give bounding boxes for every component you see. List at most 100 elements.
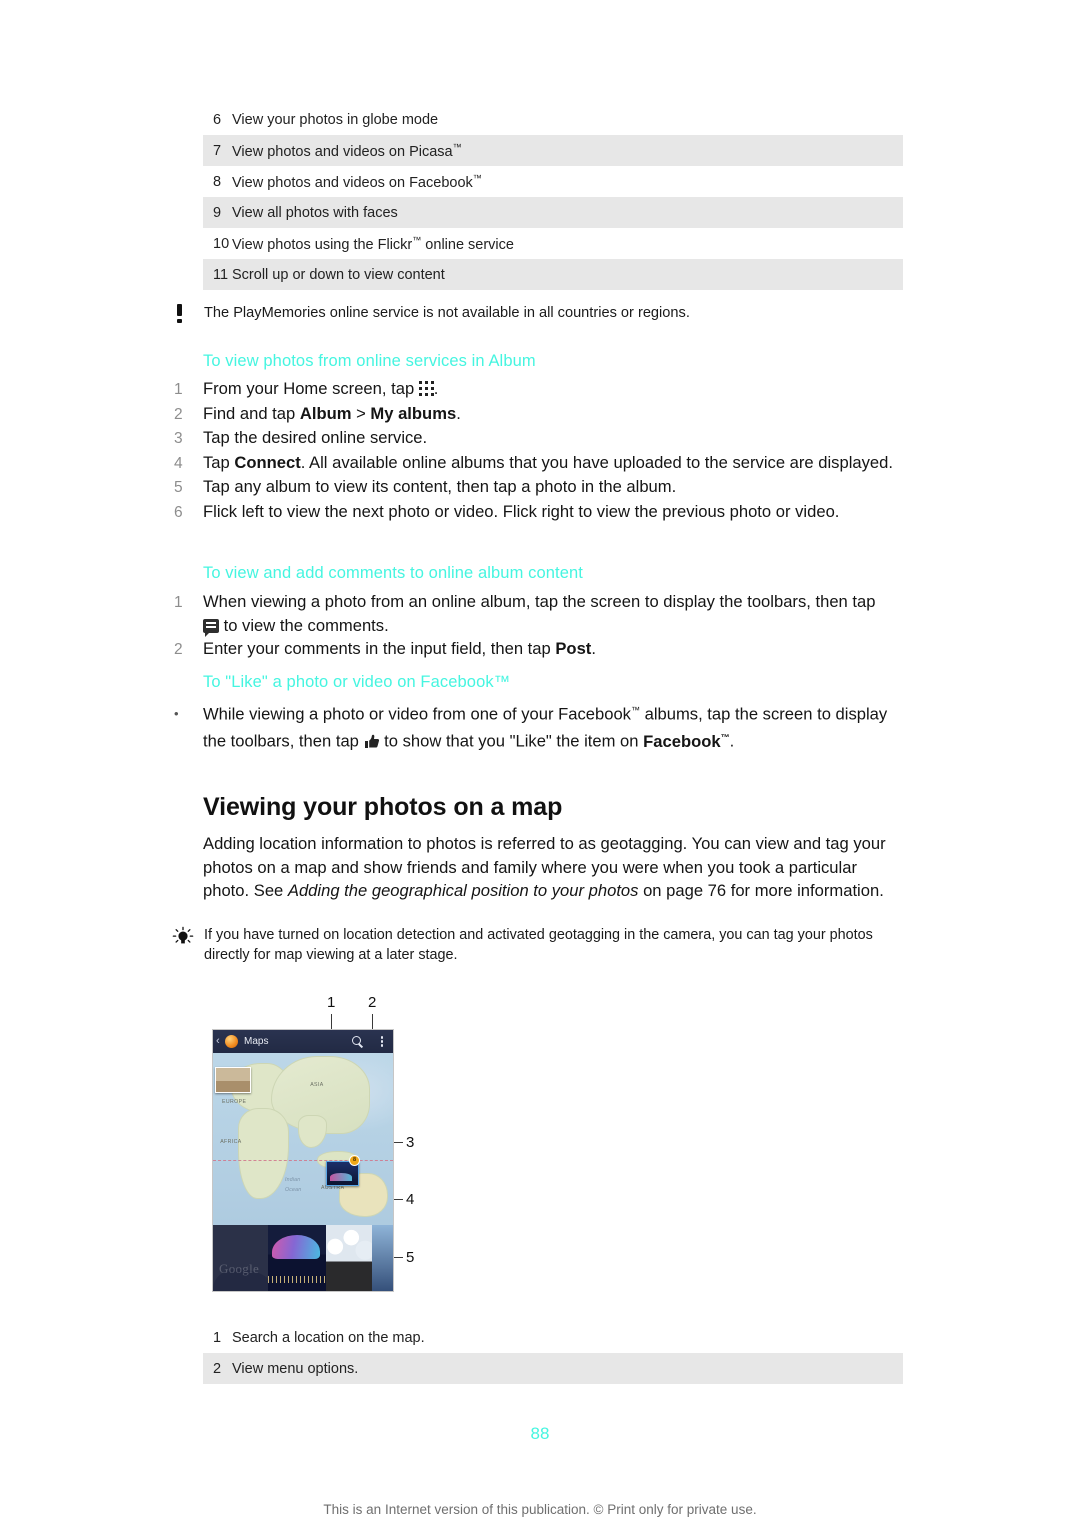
- procedure-step: 2 Enter your comments in the input field,…: [174, 637, 894, 662]
- procedure-step-text: Tap Connect. All available online albums…: [203, 452, 893, 472]
- comment-icon: [203, 618, 219, 637]
- document-page: 6 View your photos in globe mode 7 View pho…: [0, 0, 1080, 1527]
- page-title: Viewing your photos on a map: [203, 793, 563, 821]
- procedure-step-text: Tap the desired online service.: [203, 428, 428, 447]
- legend-row-number: 6: [213, 111, 222, 128]
- photo-cluster-badge: 8: [349, 1155, 360, 1166]
- page-number: 88: [530, 1424, 550, 1443]
- procedure-step-marker: 5: [174, 479, 183, 496]
- equator-line: [213, 1159, 393, 1161]
- legend-row: 6 View your photos in globe mode: [203, 104, 903, 135]
- lightbulb-icon: [170, 925, 204, 948]
- procedure-step-text: From your Home screen, tap .: [203, 379, 439, 398]
- legend-table-top: 6 View your photos in globe mode 7 View pho…: [203, 104, 903, 290]
- legend-row-text: View your photos in globe mode: [232, 111, 439, 128]
- legend-row-number: 11: [213, 266, 229, 283]
- procedure-step: 3 Tap the desired online service.: [174, 426, 894, 451]
- callout-2: 2: [368, 994, 377, 1011]
- procedure-step-text: Enter your comments in the input field, …: [203, 639, 596, 658]
- steps-view-photos-online: 1 From your Home screen, tap . 2 Find and t…: [174, 377, 894, 524]
- legend-row-number: 9: [213, 204, 222, 221]
- procedure-step: • While viewing a photo or video from one…: [174, 699, 894, 753]
- procedure-step: 5 Tap any album to view its content, then…: [174, 475, 894, 500]
- google-watermark: Google: [219, 1261, 260, 1276]
- footer-notice: This is an Internet version of this publ…: [323, 1502, 757, 1517]
- filmstrip-thumb-2[interactable]: [326, 1225, 372, 1291]
- callout-4: 4: [406, 1191, 415, 1208]
- legend-row-text: View photos and videos on Facebook™: [232, 172, 482, 191]
- procedure-step-marker: 4: [174, 454, 183, 472]
- legend-row: 1 Search a location on the map.: [203, 1322, 903, 1353]
- tip-callout: If you have turned on location detection…: [170, 925, 900, 965]
- legend-row-number: 8: [213, 173, 222, 190]
- callout-3: 3: [406, 1134, 415, 1151]
- procedure-step-text: When viewing a photo from an online albu…: [203, 592, 876, 637]
- legend-row-number: 7: [213, 142, 222, 159]
- procedure-step-marker: 1: [174, 594, 183, 611]
- app-title: Maps: [244, 1036, 269, 1047]
- procedure-step-text: Flick left to view the next photo or vid…: [203, 501, 840, 521]
- legend-row-number: 1: [213, 1329, 222, 1346]
- procedure-step: 6 Flick left to view the next photo or vi…: [174, 500, 894, 525]
- legend-row: 9 View all photos with faces: [203, 197, 903, 228]
- filmstrip-thumb-3[interactable]: [372, 1225, 393, 1291]
- back-icon[interactable]: ‹: [216, 1036, 225, 1047]
- legend-row-number: 2: [213, 1360, 222, 1377]
- legend-row: 8 View photos and videos on Facebook™: [203, 166, 903, 197]
- legend-row-number: 10: [213, 235, 230, 252]
- map-label-australia: AUSTRA: [321, 1185, 345, 1192]
- legend-row: 11 Scroll up or down to view content: [203, 259, 903, 290]
- legend-row-text: Search a location on the map.: [232, 1329, 425, 1346]
- procedure-step: 1 When viewing a photo from an online alb…: [174, 590, 894, 637]
- map-label-indian-ocean-2: Ocean: [285, 1187, 302, 1194]
- procedure-step-marker: 6: [174, 503, 183, 521]
- heading-like-on-facebook: To "Like" a photo or video on Facebook™: [203, 673, 511, 691]
- landmass-africa: [238, 1108, 289, 1200]
- maps-app-bar: ‹ Maps: [213, 1030, 393, 1053]
- heading-view-add-comments: To view and add comments to online album…: [203, 564, 583, 582]
- procedure-step-marker: •: [174, 706, 179, 721]
- procedure-step-marker: 2: [174, 405, 183, 423]
- overflow-menu-icon[interactable]: [376, 1036, 388, 1047]
- legend-row: 2 View menu options.: [203, 1353, 903, 1384]
- search-icon[interactable]: [350, 1034, 366, 1050]
- map-label-indian-ocean-1: Indian: [285, 1176, 301, 1183]
- legend-row-text: Scroll up or down to view content: [232, 266, 445, 283]
- legend-row: 7 View photos and videos on Picasa™: [203, 135, 903, 166]
- thumbs-up-icon: [364, 732, 380, 748]
- procedure-step-text: While viewing a photo or video from one …: [203, 704, 888, 751]
- procedure-step-marker: 2: [174, 641, 183, 658]
- legend-row: 10 View photos using the Flickr™ online s…: [203, 228, 903, 259]
- landmass-india: [297, 1114, 327, 1148]
- legend-table-bottom: 1 Search a location on the map. 2 View menu…: [203, 1322, 903, 1384]
- phone-screenshot-figure: 1 2 3 4 5 ‹ Maps ASIA EUROPE AFRICA Indi…: [196, 994, 446, 1314]
- procedure-step-text: Tap any album to view its content, then …: [203, 477, 677, 496]
- map-label-europe: EUROPE: [222, 1099, 247, 1106]
- procedure-step-text: Find and tap Album > My albums.: [203, 403, 461, 423]
- legend-row-text: View photos using the Flickr™ online ser…: [232, 234, 514, 253]
- filmstrip-thumb-1[interactable]: [268, 1225, 326, 1291]
- callout-1: 1: [327, 994, 336, 1011]
- tip-text: If you have turned on location detection…: [204, 927, 873, 963]
- note-text: The PlayMemories online service is not a…: [204, 305, 690, 321]
- maps-app-icon: [225, 1035, 238, 1048]
- procedure-step-marker: 3: [174, 430, 183, 447]
- exclamation-icon: [170, 303, 204, 323]
- map-label-africa: AFRICA: [220, 1139, 242, 1145]
- map-photo-pin-europe[interactable]: [215, 1067, 251, 1093]
- legend-row-text: View all photos with faces: [232, 204, 398, 221]
- legend-row-text: View photos and videos on Picasa™: [232, 141, 462, 160]
- heading-view-photos-online: To view photos from online services in A…: [203, 352, 536, 370]
- steps-view-add-comments: 1 When viewing a photo from an online alb…: [174, 590, 894, 662]
- world-map[interactable]: ASIA EUROPE AFRICA Indian Ocean AUSTRA 8: [213, 1053, 393, 1225]
- phone-screen: ‹ Maps ASIA EUROPE AFRICA Indian Ocean A…: [213, 1030, 393, 1291]
- procedure-step: 2 Find and tap Album > My albums.: [174, 402, 894, 427]
- chapter-paragraph: Adding location information to photos is…: [203, 834, 886, 900]
- procedure-step: 4 Tap Connect. All available online album…: [174, 451, 894, 476]
- photo-filmstrip[interactable]: Google: [213, 1225, 393, 1291]
- app-drawer-icon: [418, 381, 434, 396]
- note-callout: The PlayMemories online service is not a…: [170, 303, 900, 324]
- callout-5: 5: [406, 1249, 415, 1266]
- procedure-step-marker: 1: [174, 381, 183, 398]
- legend-row-text: View menu options.: [232, 1360, 359, 1377]
